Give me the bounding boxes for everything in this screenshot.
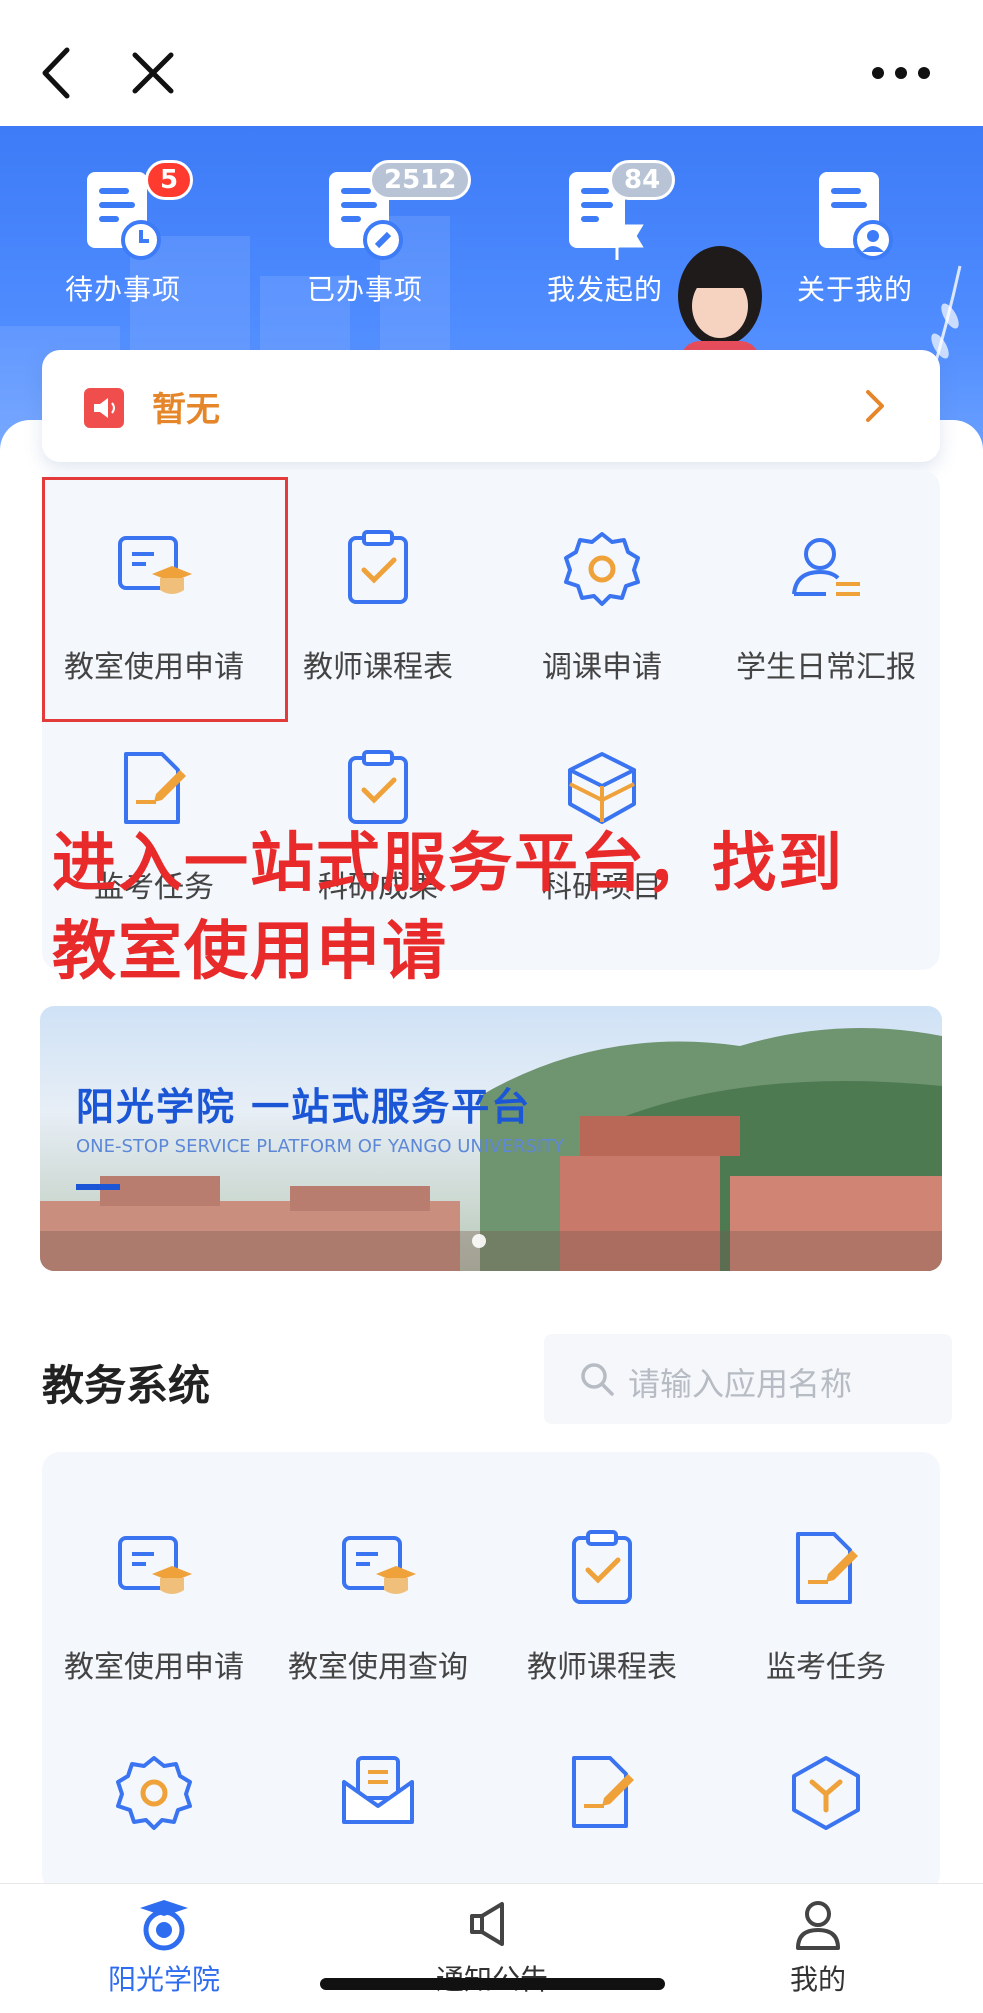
- app-label: 教室使用申请: [64, 1650, 244, 1685]
- search-input[interactable]: 请输入应用名称: [544, 1334, 952, 1424]
- highlight-box: [42, 477, 288, 722]
- notice-bar[interactable]: 暂无: [42, 350, 940, 462]
- app-course-change[interactable]: 调课申请: [490, 528, 714, 686]
- app-label: 教师课程表: [527, 1650, 677, 1685]
- classroom-apply-icon: [114, 1528, 194, 1608]
- classroom-query-icon: [338, 1528, 418, 1608]
- doc-edit-icon: [562, 1752, 642, 1832]
- clipboard-check-icon: [562, 1528, 642, 1608]
- tab-label: 我的: [789, 1963, 846, 1996]
- app-teacher-timetable[interactable]: 教师课程表: [266, 528, 490, 686]
- quick-link-label: 已办事项: [306, 273, 423, 306]
- app-unlabeled-mail[interactable]: [266, 1752, 490, 1832]
- tab-label: 阳光学院: [107, 1963, 220, 1996]
- app-screen: 5 待办事项 2512 已办事项 84 我发起的 关于我的 暂无 教室使用申请 …: [0, 0, 983, 2013]
- system-apps-panel: 教室使用申请 教室使用查询 教师课程表 监考任务: [42, 1452, 940, 1892]
- todo-clock-icon: 5: [83, 160, 194, 262]
- quick-link-label: 待办事项: [64, 273, 181, 306]
- cube-icon: [786, 1752, 866, 1832]
- tab-mine[interactable]: 我的: [718, 1896, 918, 1998]
- todo-count-badge: 5: [145, 160, 194, 200]
- banner-subtitle: ONE-STOP SERVICE PLATFORM OF YANGO UNIVE…: [76, 1136, 565, 1157]
- app-label: 教师课程表: [303, 650, 453, 685]
- quick-link-todo[interactable]: 5 待办事项: [28, 160, 218, 308]
- search-icon: [578, 1360, 616, 1398]
- app-classroom-query[interactable]: 教室使用查询: [266, 1528, 490, 1686]
- megaphone-icon: [464, 1896, 520, 1952]
- app-student-report[interactable]: 学生日常汇报: [714, 528, 938, 686]
- gear-icon: [562, 528, 642, 608]
- quick-link-done[interactable]: 2512 已办事项: [270, 160, 472, 308]
- initiated-count-badge: 84: [609, 160, 676, 200]
- home-indicator[interactable]: [320, 1978, 665, 1990]
- carousel-dot: [472, 1234, 486, 1248]
- banner-accent-bar: [76, 1184, 120, 1190]
- tab-home[interactable]: 阳光学院: [64, 1896, 264, 1998]
- section-title: 教务系统: [42, 1361, 211, 1410]
- close-icon[interactable]: [118, 38, 188, 108]
- app-teacher-timetable[interactable]: 教师课程表: [490, 1528, 714, 1686]
- notice-text: 暂无: [152, 390, 220, 430]
- user-doc-icon: [815, 166, 895, 262]
- app-label: 教室使用查询: [288, 1650, 468, 1685]
- top-nav-bar: [0, 0, 983, 126]
- search-placeholder: 请输入应用名称: [628, 1365, 853, 1403]
- app-unlabeled-gear[interactable]: [42, 1752, 266, 1832]
- speaker-icon: [84, 388, 124, 428]
- annotation-line-2: 教室使用申请: [52, 915, 448, 989]
- app-invigilation[interactable]: 监考任务: [714, 1528, 938, 1686]
- user-report-icon: [786, 528, 866, 608]
- app-label: 监考任务: [766, 1650, 886, 1685]
- done-count-badge: 2512: [369, 160, 472, 200]
- more-icon[interactable]: [866, 38, 936, 108]
- person-icon: [790, 1896, 846, 1952]
- college-logo-icon: [136, 1896, 192, 1952]
- app-classroom-apply[interactable]: 教室使用申请: [42, 1528, 266, 1686]
- app-unlabeled-cube[interactable]: [714, 1752, 938, 1832]
- chevron-right-icon: [854, 386, 894, 426]
- flag-doc-icon: 84: [565, 160, 676, 262]
- annotation-line-1: 进入一站式服务平台，找到: [52, 827, 844, 901]
- clipboard-check-icon: [338, 528, 418, 608]
- banner-title: 阳光学院 一站式服务平台: [76, 1085, 532, 1129]
- gear-icon: [114, 1752, 194, 1832]
- app-unlabeled-doc[interactable]: [490, 1752, 714, 1832]
- bottom-tab-bar: 阳光学院 通知公告 我的: [0, 1883, 983, 2013]
- app-label: 学生日常汇报: [736, 650, 916, 685]
- mail-icon: [338, 1752, 418, 1832]
- doc-edit-icon: [786, 1528, 866, 1608]
- promo-banner[interactable]: 阳光学院 一站式服务平台 ONE-STOP SERVICE PLATFORM O…: [40, 1006, 942, 1271]
- back-icon[interactable]: [22, 38, 92, 108]
- app-label: 调课申请: [542, 650, 662, 685]
- done-pin-icon: 2512: [325, 160, 472, 262]
